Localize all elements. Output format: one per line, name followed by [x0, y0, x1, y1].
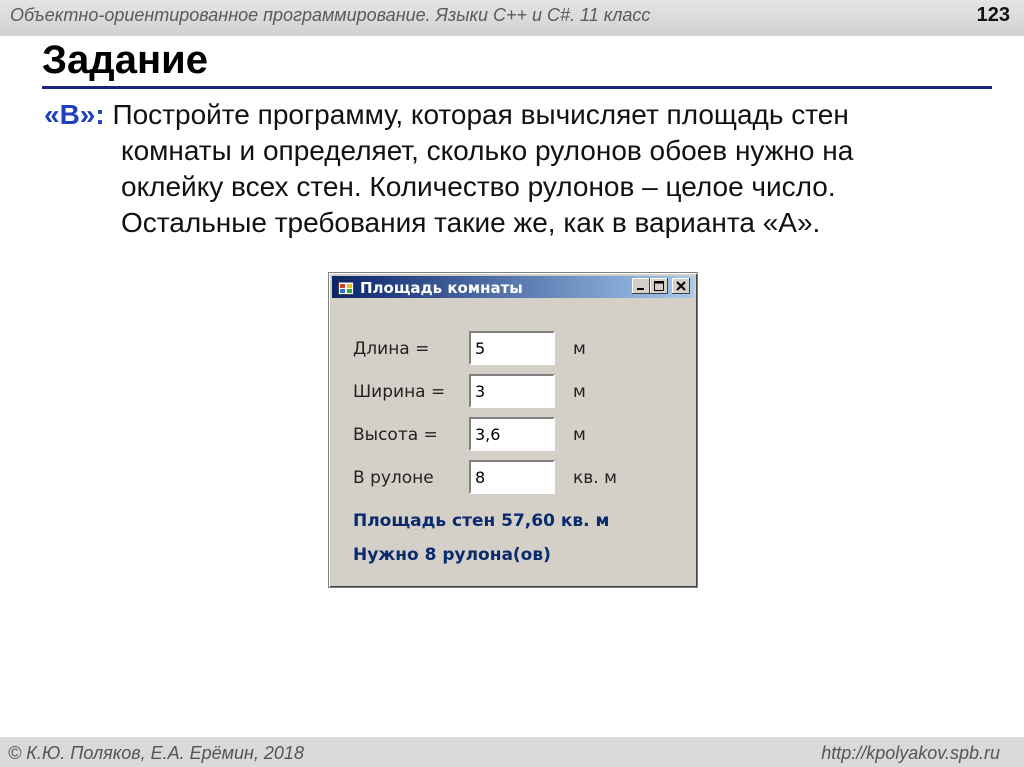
rolls-needed-result: Нужно 8 рулона(ов): [353, 545, 551, 565]
width-unit: м: [573, 382, 586, 402]
maximize-button[interactable]: [650, 278, 668, 294]
minimize-icon: [637, 288, 644, 290]
task-line-2: комнаты и определяет, сколько рулонов об…: [121, 135, 854, 166]
length-label: Длина =: [353, 339, 430, 359]
width-label: Ширина =: [353, 382, 446, 402]
minimize-button[interactable]: [632, 278, 650, 294]
task-variant-label: «B»:: [44, 99, 105, 130]
slide-footer: © К.Ю. Поляков, Е.А. Ерёмин, 2018 http:/…: [0, 737, 1024, 767]
window-titlebar[interactable]: Площадь комнаты: [332, 276, 694, 298]
copyright: © К.Ю. Поляков, Е.А. Ерёмин, 2018: [8, 743, 304, 763]
maximize-icon: [654, 281, 664, 291]
length-unit: м: [573, 339, 586, 359]
length-input[interactable]: 5: [469, 331, 555, 365]
close-button[interactable]: [672, 278, 690, 294]
room-area-window: Площадь комнаты Длина = 5 м Ширина = 3 м…: [328, 272, 698, 588]
slide-title: Задание: [42, 38, 208, 82]
roll-area-label: В рулоне: [353, 468, 434, 488]
app-icon: [338, 279, 354, 295]
task-line-3: оклейку всех стен. Количество рулонов – …: [121, 171, 836, 202]
height-label: Высота =: [353, 425, 438, 445]
height-unit: м: [573, 425, 586, 445]
task-line-1: «B»: Постройте программу, которая вычисл…: [44, 97, 994, 133]
width-input[interactable]: 3: [469, 374, 555, 408]
task-line-1-text: Постройте программу, которая вычисляет п…: [104, 99, 849, 130]
course-title: Объектно-ориентированное программировани…: [10, 5, 651, 25]
slide-header: Объектно-ориентированное программировани…: [0, 0, 1024, 36]
task-text: «B»: Постройте программу, которая вычисл…: [44, 97, 994, 241]
wall-area-result: Площадь стен 57,60 кв. м: [353, 511, 610, 531]
page-number: 123: [976, 4, 1010, 26]
close-icon: [676, 281, 686, 291]
title-divider: [42, 86, 992, 89]
site-link[interactable]: http://kpolyakov.spb.ru: [821, 743, 1000, 764]
window-title: Площадь комнаты: [360, 279, 523, 297]
height-input[interactable]: 3,6: [469, 417, 555, 451]
roll-area-unit: кв. м: [573, 468, 617, 488]
roll-area-input[interactable]: 8: [469, 460, 555, 494]
task-line-4: Остальные требования такие же, как в вар…: [121, 207, 821, 238]
